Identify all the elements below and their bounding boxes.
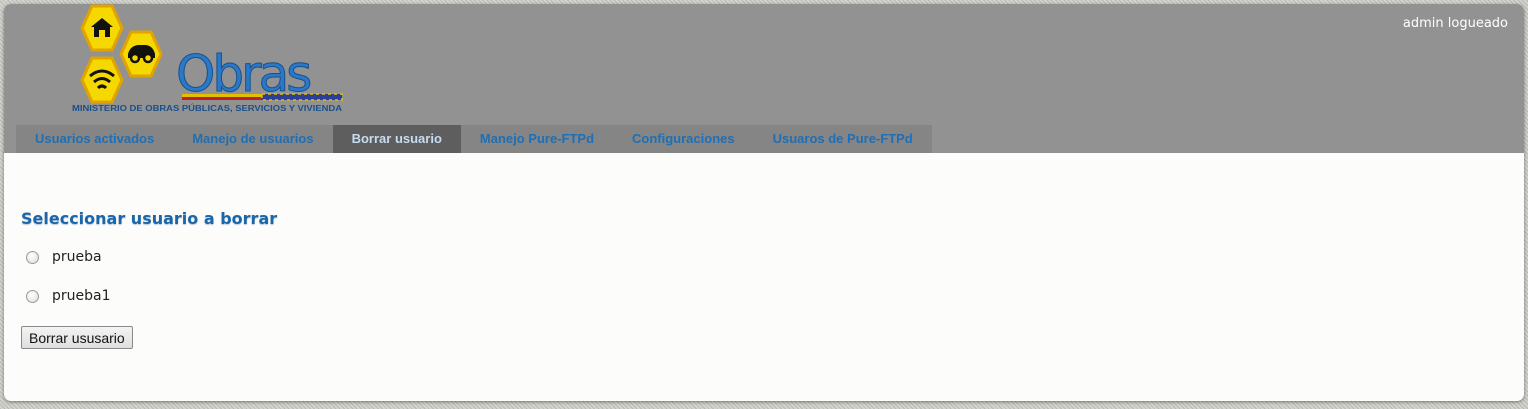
user-option-prueba[interactable]: prueba [21, 249, 102, 265]
car-icon [119, 30, 163, 78]
delete-user-form: Seleccionar usuario a borrar prueba prue… [21, 209, 278, 349]
logo-subtitle: MINISTERIO DE OBRAS PÚBLICAS, SERVICIOS … [72, 104, 342, 113]
tab-configuraciones[interactable]: Configuraciones [613, 125, 754, 153]
user-option-label: prueba1 [52, 288, 111, 304]
page-title: Seleccionar usuario a borrar [21, 209, 278, 228]
user-status: admin logueado [1402, 16, 1508, 31]
wifi-icon [80, 56, 124, 104]
header: Obras MINISTERIO DE OBRAS PÚBLICAS, SERV… [4, 4, 1524, 153]
delete-user-button[interactable]: Borrar ususario [21, 326, 133, 349]
user-option-label: prueba [52, 249, 102, 265]
ministry-logo: Obras MINISTERIO DE OBRAS PÚBLICAS, SERV… [72, 4, 343, 113]
radio-button[interactable] [26, 289, 39, 303]
radio-button[interactable] [26, 250, 39, 264]
tab-manejo-de-usuarios[interactable]: Manejo de usuarios [173, 125, 332, 153]
tab-usuarios-activados[interactable]: Usuarios activados [16, 125, 173, 153]
tab-borrar-usuario[interactable]: Borrar usuario [332, 125, 461, 153]
tab-usuarios-pure-ftpd[interactable]: Usuaros de Pure-FTPd [754, 125, 932, 153]
house-icon [80, 4, 124, 52]
main-nav: Usuarios activados Manejo de usuarios Bo… [16, 125, 932, 153]
app-window: Obras MINISTERIO DE OBRAS PÚBLICAS, SERV… [4, 4, 1524, 401]
tab-manejo-pure-ftpd[interactable]: Manejo Pure-FTPd [461, 125, 613, 153]
user-option-prueba1[interactable]: prueba1 [21, 288, 111, 304]
